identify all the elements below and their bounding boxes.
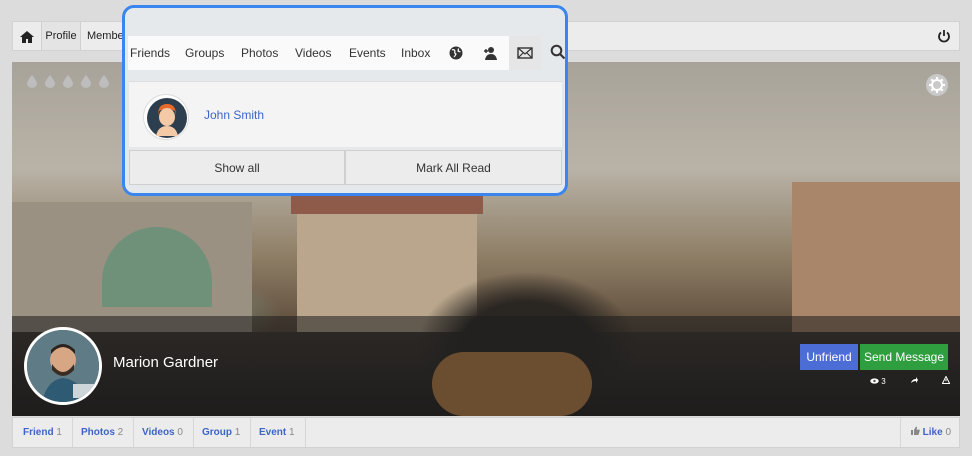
notification-item[interactable]: John Smith xyxy=(129,81,562,147)
stat-event[interactable]: Event 1 xyxy=(249,418,306,447)
drop-icon[interactable] xyxy=(62,74,74,88)
nav-events[interactable]: Events xyxy=(349,36,386,70)
drop-icon[interactable] xyxy=(98,74,110,88)
views-count: 3 xyxy=(881,376,886,386)
cover-mini-actions: 3 xyxy=(870,375,951,387)
messages-button[interactable] xyxy=(509,36,541,70)
like-button[interactable]: Like 0 xyxy=(899,418,959,447)
report-indicator[interactable] xyxy=(941,375,951,386)
avatar xyxy=(143,94,189,140)
nav-groups[interactable]: Groups xyxy=(185,36,224,70)
friend-requests-icon[interactable] xyxy=(482,45,498,61)
mark-all-read-button[interactable]: Mark All Read xyxy=(345,150,562,185)
stat-label: Group xyxy=(202,427,232,438)
stat-count: 0 xyxy=(177,427,183,438)
stat-count: 1 xyxy=(56,427,62,438)
nav-inbox[interactable]: Inbox xyxy=(401,36,430,70)
stat-friend[interactable]: Friend 1 xyxy=(13,418,73,447)
like-count: 0 xyxy=(945,427,951,438)
notification-user-name[interactable]: John Smith xyxy=(204,108,264,122)
notifications-dropdown: Friends Groups Photos Videos Events Inbo… xyxy=(122,5,568,196)
stat-label: Event xyxy=(259,427,287,438)
nav-friends[interactable]: Friends xyxy=(130,36,170,70)
globe-icon[interactable] xyxy=(448,45,464,61)
gear-icon xyxy=(929,77,945,93)
share-indicator[interactable] xyxy=(910,376,918,386)
share-icon xyxy=(910,377,918,383)
eye-icon xyxy=(870,377,879,384)
stat-label: Photos xyxy=(81,427,115,438)
send-message-button[interactable]: Send Message xyxy=(860,344,948,370)
power-icon[interactable] xyxy=(937,29,951,43)
stat-count: 1 xyxy=(289,427,295,438)
drop-icon[interactable] xyxy=(80,74,92,88)
rating-drops xyxy=(26,74,110,88)
default-avatar-icon xyxy=(147,98,187,138)
stat-label: Videos xyxy=(142,427,175,438)
profile-user-name: Marion Gardner xyxy=(113,354,219,371)
tab-profile[interactable]: Profile xyxy=(41,22,81,50)
stat-count: 2 xyxy=(117,427,124,438)
home-icon[interactable] xyxy=(19,29,35,45)
stat-group[interactable]: Group 1 xyxy=(192,418,252,447)
stat-count: 1 xyxy=(234,427,241,438)
stat-videos[interactable]: Videos 0 xyxy=(132,418,194,447)
unfriend-button[interactable]: Unfriend xyxy=(800,344,858,370)
show-all-button[interactable]: Show all xyxy=(129,150,345,185)
profile-stats-bar: Friend 1 Photos 2 Videos 0 Group 1 Event… xyxy=(12,417,960,448)
nav-photos[interactable]: Photos xyxy=(241,36,278,70)
stat-label: Friend xyxy=(23,427,54,438)
drop-icon[interactable] xyxy=(26,74,38,88)
mail-icon xyxy=(517,47,533,59)
popup-nav: Friends Groups Photos Videos Events Inbo… xyxy=(128,36,541,70)
avatar[interactable] xyxy=(24,327,102,405)
views-indicator[interactable]: 3 xyxy=(870,377,886,386)
stat-photos[interactable]: Photos 2 xyxy=(71,418,135,447)
cover-settings-button[interactable] xyxy=(926,74,948,96)
thumbs-up-icon xyxy=(910,426,920,435)
warning-icon xyxy=(941,375,951,384)
like-label: Like xyxy=(922,427,943,438)
search-icon[interactable] xyxy=(550,44,566,60)
drop-icon[interactable] xyxy=(44,74,56,88)
nav-videos[interactable]: Videos xyxy=(295,36,331,70)
